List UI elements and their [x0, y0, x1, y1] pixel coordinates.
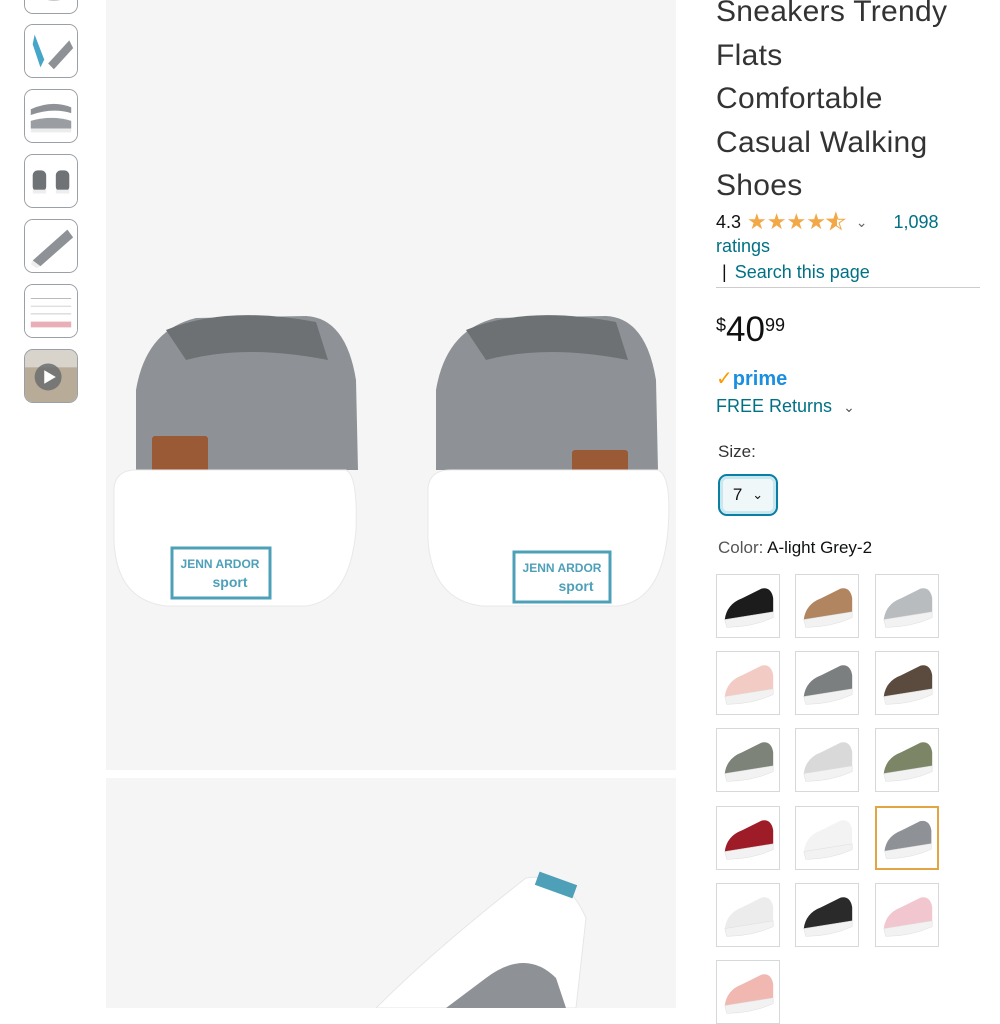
color-swatch-olive[interactable] — [875, 728, 939, 792]
chevron-down-icon[interactable]: ⌄ — [856, 214, 868, 231]
free-returns-label: FREE Returns — [716, 396, 832, 416]
chevron-down-icon: ⌄ — [752, 487, 763, 503]
brand-patch-left-line2: sport — [213, 574, 248, 590]
size-value: 7 — [733, 485, 742, 505]
ratings-label-link[interactable]: ratings — [716, 236, 770, 257]
title-line: Shoes — [716, 164, 986, 208]
star-icon: ★ — [747, 211, 767, 233]
divider: | — [722, 262, 727, 282]
thumbnail-6-size-chart[interactable] — [24, 284, 78, 338]
search-this-page-row: | Search this page — [716, 262, 980, 288]
free-returns-link[interactable]: FREE Returns ⌄ — [716, 396, 855, 417]
color-swatch-white-2[interactable] — [716, 883, 780, 947]
price-fraction: 99 — [765, 315, 785, 335]
shoe-side-view — [106, 778, 676, 1008]
search-this-page-link[interactable]: Search this page — [735, 262, 870, 282]
rating-row: 4.3 ★ ★ ★ ★ ★ ⌄ 1,098 — [716, 208, 986, 236]
product-title: Sneakers Trendy Flats Comfortable Casual… — [716, 0, 986, 208]
rating-value: 4.3 — [716, 212, 741, 233]
star-icon: ★ — [806, 211, 826, 233]
color-swatch-light-grey[interactable] — [875, 574, 939, 638]
chevron-down-icon: ⌄ — [843, 399, 855, 415]
color-label-row: Color: A-light Grey-2 — [718, 538, 872, 558]
color-swatch-white[interactable] — [795, 806, 859, 870]
color-swatch-grey-green[interactable] — [716, 728, 780, 792]
size-label: Size: — [718, 442, 756, 462]
half-star-icon: ★ — [826, 211, 846, 233]
star-icon: ★ — [787, 211, 807, 233]
color-swatch-zebra[interactable] — [795, 728, 859, 792]
price-symbol: $ — [716, 315, 726, 335]
price: $4099 — [716, 310, 785, 350]
color-swatch-pink[interactable] — [716, 651, 780, 715]
star-rating[interactable]: ★ ★ ★ ★ ★ — [747, 211, 846, 233]
thumbnail-4[interactable] — [24, 154, 78, 208]
thumbnail-3[interactable] — [24, 89, 78, 143]
title-line: Sneakers Trendy — [716, 0, 986, 34]
color-value: A-light Grey-2 — [767, 538, 872, 557]
shoe-rear-view: JENN ARDOR sport JENN ARDOR sport — [106, 0, 676, 770]
ratings-count-link[interactable]: 1,098 — [893, 212, 938, 233]
color-swatch-grey[interactable] — [795, 651, 859, 715]
thumbnail-1[interactable] — [24, 0, 78, 14]
star-icon: ★ — [767, 211, 787, 233]
prime-label: prime — [733, 368, 787, 390]
secondary-product-image[interactable] — [106, 778, 676, 1008]
color-swatch-black[interactable] — [716, 574, 780, 638]
color-swatch-floral[interactable] — [716, 960, 780, 1024]
title-line: Comfortable — [716, 77, 986, 121]
brand-patch-left-line1: JENN ARDOR — [181, 557, 260, 571]
color-swatch-black-2[interactable] — [795, 883, 859, 947]
price-whole: 40 — [726, 310, 765, 349]
thumbnail-2[interactable] — [24, 24, 78, 78]
prime-badge: ✓prime — [716, 366, 787, 391]
color-swatch-camo-brown[interactable] — [875, 651, 939, 715]
color-swatch-light-grey-2[interactable] — [875, 806, 939, 870]
title-line: Casual Walking — [716, 121, 986, 165]
brand-patch-right-line2: sport — [559, 578, 594, 594]
thumbnail-5[interactable] — [24, 219, 78, 273]
color-swatch-red[interactable] — [716, 806, 780, 870]
color-swatch-leopard[interactable] — [795, 574, 859, 638]
title-line: Flats — [716, 34, 986, 78]
color-swatch-pink-floral[interactable] — [875, 883, 939, 947]
thumbnail-7-video[interactable] — [24, 349, 78, 403]
prime-check-icon: ✓ — [716, 368, 733, 390]
color-label: Color: — [718, 538, 763, 557]
main-product-image[interactable]: JENN ARDOR sport JENN ARDOR sport — [106, 0, 676, 770]
size-dropdown[interactable]: 7 ⌄ — [718, 474, 778, 516]
brand-patch-right-line1: JENN ARDOR — [523, 561, 602, 575]
